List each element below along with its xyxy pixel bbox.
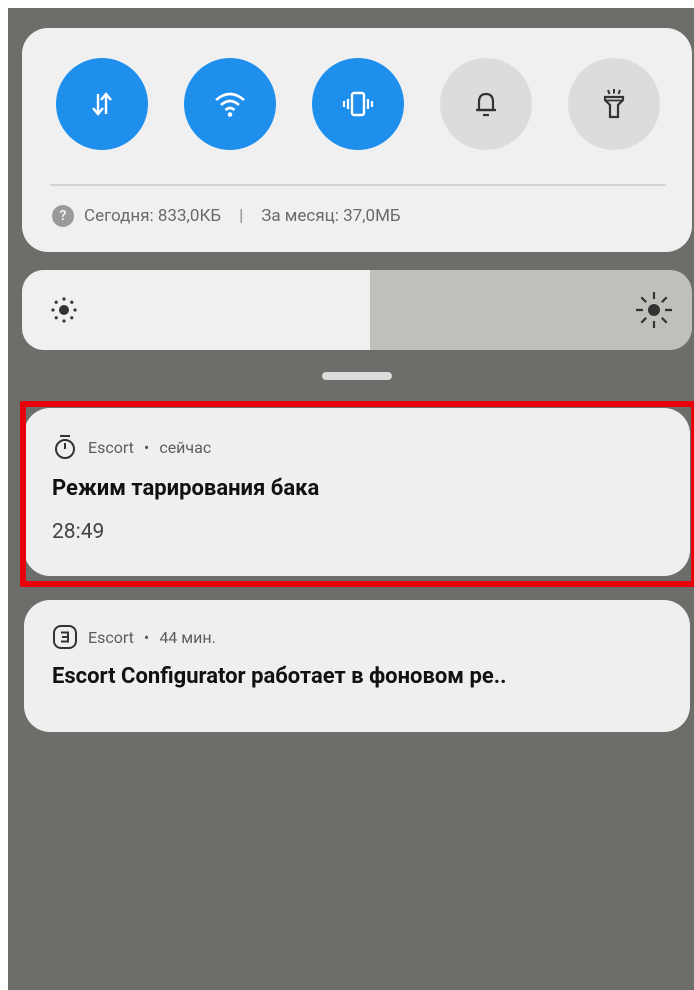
brightness-high-icon — [636, 292, 672, 328]
data-usage-month: За месяц: 37,0МБ — [261, 206, 401, 226]
wifi-toggle[interactable] — [184, 58, 276, 150]
notification-app-name: Escort — [88, 627, 134, 647]
brightness-slider[interactable] — [22, 270, 692, 350]
flashlight-toggle[interactable] — [568, 58, 660, 150]
quick-settings-divider — [50, 184, 666, 186]
vibrate-icon — [342, 91, 374, 117]
notification-header: Escort • 44 мин. — [52, 624, 216, 650]
data-usage-separator: | — [239, 206, 244, 226]
highlight-box — [20, 401, 694, 587]
notification-title: Escort Configurator работает в фоновом р… — [52, 664, 507, 689]
bell-icon — [476, 92, 496, 117]
notification-card[interactable]: Escort • 44 мин. Escort Configurator раб… — [24, 600, 690, 732]
data-usage-row[interactable]: ? Сегодня: 833,0КБ | За месяц: 37,0МБ — [52, 204, 401, 228]
data-transfer-icon — [92, 92, 112, 116]
brightness-low-icon — [51, 297, 77, 323]
wifi-icon — [215, 92, 245, 117]
vibrate-toggle[interactable] — [312, 58, 404, 150]
question-icon: ? — [52, 205, 74, 227]
notification-time: 44 мин. — [159, 627, 216, 647]
flashlight-icon — [603, 89, 625, 119]
notification-dot: • — [143, 627, 150, 647]
mobile-data-toggle[interactable] — [56, 58, 148, 150]
data-usage-today: Сегодня: 833,0КБ — [84, 206, 222, 226]
sound-toggle[interactable] — [440, 58, 532, 150]
shade-drag-handle[interactable] — [322, 372, 392, 380]
escort-app-icon — [53, 625, 77, 649]
